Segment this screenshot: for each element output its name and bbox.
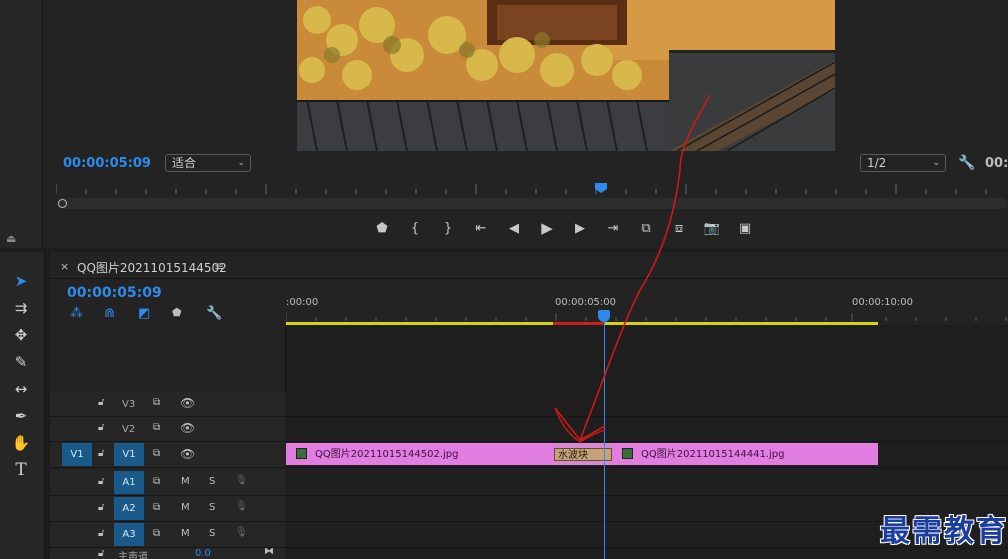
lock-icon[interactable]: 🔓︎ (98, 476, 104, 487)
track-header-spacer (50, 325, 286, 392)
annotation-arrow (554, 94, 711, 443)
razor-tool-icon[interactable]: ✎ (8, 351, 34, 373)
lock-icon[interactable]: 🔓︎ (98, 502, 104, 513)
lock-icon[interactable]: 🔓︎ (98, 397, 104, 408)
sync-lock-icon[interactable]: ⧉ (153, 502, 160, 513)
fit-dropdown-label: 适合 (172, 156, 197, 170)
track-name[interactable]: V2 (122, 424, 135, 435)
mark-in-icon[interactable]: { (403, 218, 427, 238)
tools-panel: ➤ ⇉ ✥ ✎ ↔ ✒ ✋ T (0, 252, 45, 559)
microphone-icon[interactable]: 🎙︎ (235, 475, 248, 486)
timeline-options: ⁂ ⋒ ◩ ⬟ 🔧 (70, 306, 224, 321)
sync-lock-icon[interactable]: ⧉ (153, 422, 160, 433)
snap-magnet-icon[interactable]: ⋒ (104, 306, 122, 321)
track-select-tool-icon[interactable]: ⇉ (8, 297, 34, 319)
track-name[interactable]: V3 (122, 399, 135, 410)
source-patch-v1[interactable]: V1 (62, 443, 92, 466)
type-tool-icon[interactable]: T (8, 459, 34, 481)
program-monitor: ⏏ 00:00:05:09 适合 ⌄ 1/2 ⌄ 🔧 00: ⬟ {} ⇤ ◀… (0, 0, 1008, 248)
ripple-edit-tool-icon[interactable]: ✥ (8, 324, 34, 346)
sync-lock-icon[interactable]: ⧉ (153, 397, 160, 408)
close-sequence-icon[interactable]: × (60, 260, 69, 273)
lock-icon[interactable]: 🔓︎ (98, 448, 104, 459)
pen-tool-icon[interactable]: ✒ (8, 405, 34, 427)
slip-tool-icon[interactable]: ↔ (8, 378, 34, 400)
ruler-label-start: :00:00 (286, 297, 319, 308)
sequence-tab[interactable]: QQ图片20211015144502 (77, 259, 227, 276)
track-header-a2[interactable]: 🔓︎ A2 ⧉ M S 🎙︎ (50, 496, 285, 522)
timeline-timecode[interactable]: 00:00:05:09 (67, 285, 162, 301)
scroll-handle-icon[interactable] (58, 199, 67, 208)
chevron-down-icon: ⌄ (932, 158, 940, 168)
chevron-down-icon: ⌄ (237, 158, 245, 168)
duration-timecode: 00: (985, 156, 1008, 171)
track-header-v2[interactable]: 🔓︎ V2 ⧉ 👁︎ (50, 417, 285, 442)
track-header-v3[interactable]: 🔓︎ V3 ⧉ 👁︎ (50, 392, 285, 417)
fit-dropdown[interactable]: 适合 ⌄ (165, 154, 251, 172)
nest-icon[interactable]: ⁂ (70, 306, 88, 321)
track-target-a3[interactable]: A3 (114, 523, 144, 546)
eye-icon[interactable]: 👁︎ (180, 447, 195, 461)
wrench-icon[interactable]: 🔧 (958, 155, 975, 171)
ruler-label-end: 00:00:10:00 (852, 297, 914, 308)
microphone-icon[interactable]: 🎙︎ (235, 501, 248, 512)
add-marker-icon[interactable]: ⬟ (172, 306, 190, 321)
mute-button[interactable]: M (181, 476, 190, 487)
microphone-icon[interactable]: 🎙︎ (235, 527, 248, 538)
track-target-v1[interactable]: V1 (114, 443, 144, 466)
export-frame-icon[interactable]: ⏏ (6, 232, 16, 245)
eye-icon[interactable]: 👁︎ (180, 396, 195, 410)
mute-button[interactable]: M (181, 528, 190, 539)
left-panel-edge: ⏏ (0, 0, 43, 248)
lock-icon[interactable]: 🔓︎ (98, 548, 104, 559)
watermark-logo: 最需教育 (880, 514, 1008, 549)
track-header-v1[interactable]: V1 🔓︎ V1 ⧉ 👁︎ (50, 442, 285, 468)
sync-lock-icon[interactable]: ⧉ (153, 448, 160, 459)
hand-tool-icon[interactable]: ✋ (8, 432, 34, 454)
lock-icon[interactable]: 🔓︎ (98, 422, 104, 433)
image-thumbnail-icon (296, 448, 307, 459)
sync-lock-icon[interactable]: ⧉ (153, 528, 160, 539)
track-header-master[interactable]: 🔓︎ 主声道 0.0 ⧓ (50, 548, 285, 559)
go-to-end-icon[interactable]: ⧓ (264, 548, 274, 557)
track-headers: 🔓︎ V3 ⧉ 👁︎ 🔓︎ V2 ⧉ 👁︎ V1 🔓︎ V1 ⧉ 👁︎ 🔓︎ A… (50, 392, 285, 559)
sync-lock-icon[interactable]: ⧉ (153, 476, 160, 487)
tab-divider (50, 278, 1008, 279)
program-timecode[interactable]: 00:00:05:09 (63, 156, 151, 171)
track-header-a3[interactable]: 🔓︎ A3 ⧉ M S 🎙︎ (50, 522, 285, 548)
lock-icon[interactable]: 🔓︎ (98, 528, 104, 539)
mute-button[interactable]: M (181, 502, 190, 513)
selection-tool-icon[interactable]: ➤ (8, 270, 34, 292)
solo-button[interactable]: S (209, 476, 215, 487)
panel-menu-icon[interactable]: ≡ (214, 259, 224, 273)
wrench-icon[interactable]: 🔧 (206, 306, 224, 321)
mark-out-icon[interactable]: } (436, 218, 460, 238)
track-target-a2[interactable]: A2 (114, 497, 144, 520)
go-to-in-icon[interactable]: ⇤ (469, 218, 493, 238)
eye-icon[interactable]: 👁︎ (180, 421, 195, 435)
resolution-dropdown-label: 1/2 (867, 156, 887, 170)
add-marker-icon[interactable]: ⬟ (370, 218, 394, 238)
track-target-a1[interactable]: A1 (114, 471, 144, 494)
step-back-icon[interactable]: ◀︎ (502, 218, 526, 238)
linked-selection-icon[interactable]: ◩ (138, 306, 156, 321)
lane-a1[interactable] (286, 470, 1008, 496)
solo-button[interactable]: S (209, 502, 215, 513)
solo-button[interactable]: S (209, 528, 215, 539)
clip-name: QQ图片20211015144502.jpg (315, 449, 459, 460)
master-volume-value[interactable]: 0.0 (195, 548, 211, 559)
monitor-zoom-scrollbar[interactable] (56, 198, 1008, 209)
master-track-label: 主声道 (118, 552, 148, 559)
track-header-a1[interactable]: 🔓︎ A1 ⧉ M S 🎙︎ (50, 470, 285, 496)
video-clip[interactable]: QQ图片20211015144502.jpg (286, 443, 556, 465)
resolution-dropdown[interactable]: 1/2 ⌄ (860, 154, 946, 172)
monitor-time-ruler[interactable] (56, 180, 1008, 194)
